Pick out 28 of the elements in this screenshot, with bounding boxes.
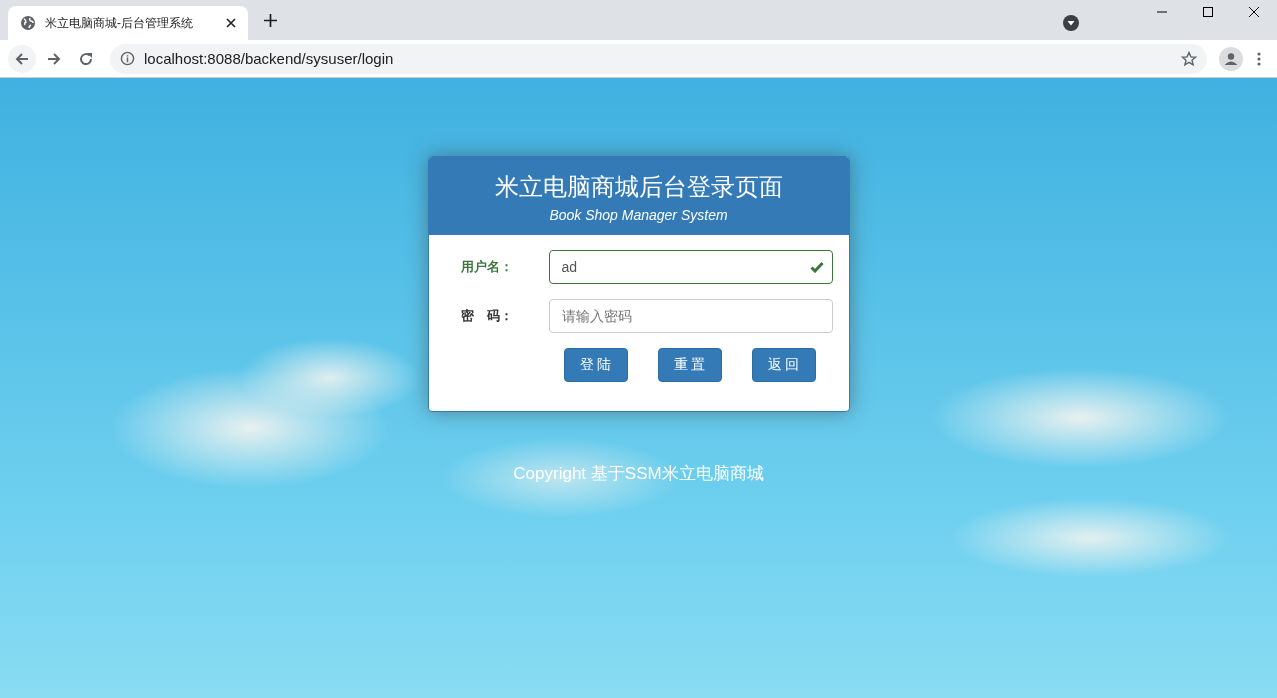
form-button[interactable]: 重 置 [657, 348, 722, 382]
field-label: 密 码： [459, 307, 514, 325]
input-field[interactable]: ad [548, 250, 833, 284]
check-icon [809, 261, 824, 273]
copyright-text: Copyright 基于SSM米立电脑商城 [513, 463, 764, 485]
login-title: 米立电脑商城后台登录页面 [493, 172, 784, 202]
close-icon[interactable] [226, 18, 236, 28]
url-text: localhost:8088/backend/sysuser/login [144, 50, 394, 67]
star-icon[interactable] [1181, 50, 1197, 67]
tab-title: 米立电脑商城-后台管理系统 [45, 14, 194, 32]
form-button[interactable]: 返 回 [751, 348, 816, 382]
address-bar[interactable]: localhost:8088/backend/sysuser/login [110, 43, 1207, 74]
field-label: 用户名： [459, 258, 514, 276]
forward-icon[interactable] [46, 50, 62, 67]
login-subtitle: Book Shop Manager System [548, 207, 729, 223]
dropdown-icon[interactable] [1063, 15, 1079, 31]
form-button[interactable]: 登 陆 [563, 348, 628, 382]
maximize-icon[interactable] [1202, 6, 1214, 18]
close-icon[interactable] [1248, 6, 1260, 18]
info-icon [120, 51, 135, 66]
back-icon[interactable] [8, 44, 36, 73]
browser-tab[interactable]: 米立电脑商城-后台管理系统 [8, 6, 248, 40]
globe-icon [20, 15, 36, 31]
new-tab-icon[interactable] [264, 14, 277, 27]
input-field[interactable]: 请输入密码 [548, 299, 833, 333]
reload-icon[interactable] [78, 50, 94, 67]
menu-icon[interactable] [1257, 50, 1261, 67]
profile-icon[interactable] [1219, 46, 1243, 71]
